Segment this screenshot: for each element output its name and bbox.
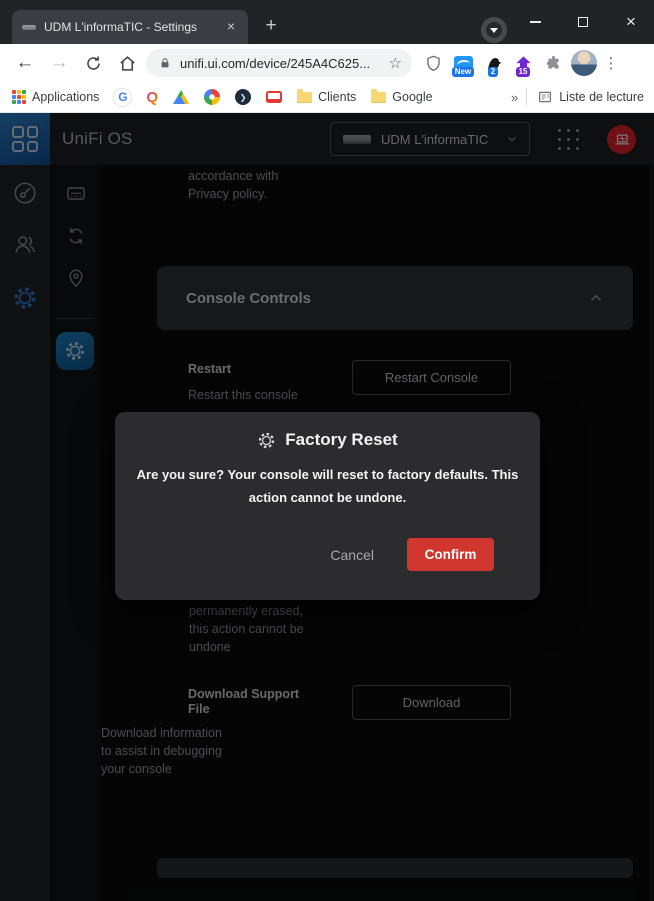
shield-icon [424,54,443,73]
bookmark-qwant[interactable]: Q [146,89,158,106]
bookmarks-bar: Applications G Q ❯ Clients Google » [0,82,654,113]
folder-icon [371,92,386,103]
page-viewport: UniFi OS UDM L'informaTIC [0,113,654,901]
tab-title: UDM L'informaTIC - Settings [44,20,222,34]
bookmark-remote[interactable] [266,91,282,103]
new-badge: New [452,67,474,77]
forward-button[interactable]: → [42,48,76,78]
cancel-button[interactable]: Cancel [330,547,374,563]
udm-favicon-icon [22,25,36,30]
browser-tab[interactable]: UDM L'informaTIC - Settings × [12,10,248,44]
bookmarks-divider [526,89,527,105]
red-laptop-icon [266,91,282,103]
dark-circle-icon: ❯ [235,89,251,105]
bookmark-folder-google[interactable]: Google [371,90,432,104]
media-controls-icon [486,22,502,38]
factory-reset-dialog: Factory Reset Are you sure? Your console… [115,412,540,600]
shield-extension-button[interactable] [418,48,448,78]
minimize-button[interactable] [512,0,558,44]
browser-toolbar: ← → unifi.ui.com/device/245A4C625... ☆ [0,44,654,82]
reading-list-label: Liste de lecture [559,90,644,104]
confirm-button[interactable]: Confirm [407,538,494,571]
new-tab-button[interactable]: + [258,13,284,39]
browser-window: UDM L'informaTIC - Settings × + × ← → [0,0,654,901]
titlebar: UDM L'informaTIC - Settings × + × [0,0,654,44]
extensions-menu-button[interactable] [538,48,568,78]
reading-list-icon [537,89,553,105]
blocker-badge: 15 [516,67,531,77]
photos-icon [204,89,220,105]
bookmark-label: Clients [318,90,356,104]
home-icon [118,54,137,73]
q-icon: Q [146,89,158,106]
url-text[interactable]: unifi.ui.com/device/245A4C625... [180,56,389,71]
dialog-message: Are you sure? Your console will reset to… [137,463,519,509]
media-controls-button[interactable] [481,17,507,43]
gear-icon [257,431,276,450]
tracker-badge: 2 [488,67,498,77]
browser-menu-button[interactable]: ⋮ [600,48,622,78]
reading-list-button[interactable]: Liste de lecture [537,89,644,105]
close-window-button[interactable]: × [608,0,654,44]
maximize-button[interactable] [560,0,606,44]
bookmark-label: Google [392,90,432,104]
folder-icon [297,92,312,103]
bookmark-terminal[interactable]: ❯ [235,89,251,105]
back-button[interactable]: ← [8,48,42,78]
dialog-header: Factory Reset [115,412,540,450]
apps-grid-icon [12,90,26,104]
bookmark-drive[interactable] [173,90,189,104]
bookmark-photos[interactable] [204,89,220,105]
home-button[interactable] [110,48,144,78]
address-bar[interactable]: unifi.ui.com/device/245A4C625... ☆ [146,49,412,77]
lock-icon [158,56,172,70]
blocker-extension-button[interactable]: 15 [508,48,538,78]
dialog-actions: Cancel Confirm [330,538,494,571]
bookmark-google-search[interactable]: G [114,89,131,106]
bookmark-applications[interactable]: Applications [12,90,99,104]
tracker-extension-button[interactable]: 2 [478,48,508,78]
drive-icon [173,90,189,104]
puzzle-icon [544,54,563,73]
bookmark-label: Applications [32,90,99,104]
reload-icon [84,54,103,73]
google-g-icon: G [114,89,131,106]
pdf-extension-button[interactable]: New [448,48,478,78]
profile-avatar[interactable] [571,50,597,76]
bookmark-star-icon[interactable]: ☆ [389,54,402,72]
tab-close-icon[interactable]: × [222,18,240,36]
dialog-title: Factory Reset [285,430,397,450]
reload-button[interactable] [76,48,110,78]
bookmark-folder-clients[interactable]: Clients [297,90,356,104]
bookmarks-overflow-button[interactable]: » [511,90,518,105]
